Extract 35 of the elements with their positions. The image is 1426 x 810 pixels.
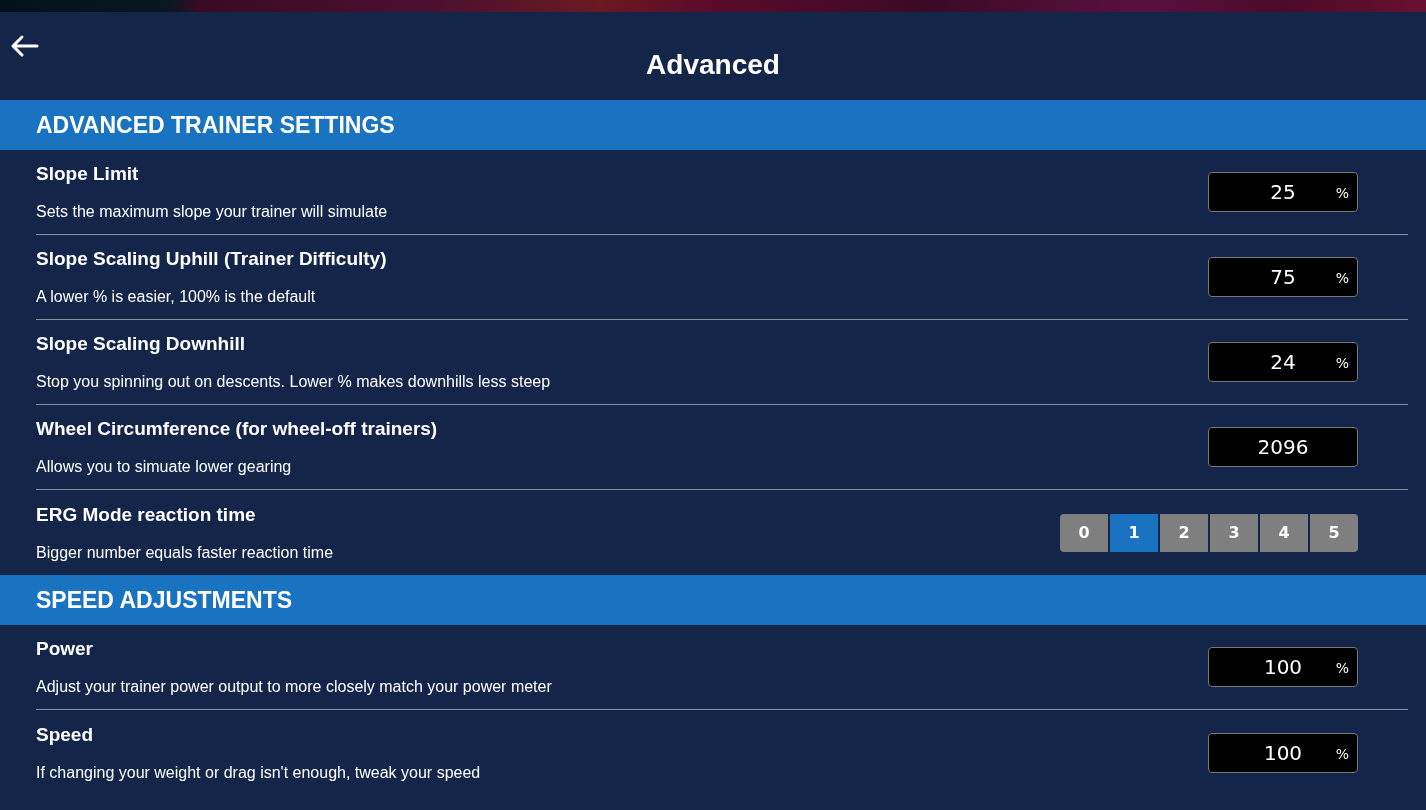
level-option[interactable]: 3: [1210, 513, 1258, 552]
unit-label: %: [1335, 660, 1349, 676]
number-field[interactable]: 2096: [1208, 427, 1358, 467]
number-field[interactable]: 100 %: [1208, 647, 1358, 687]
level-option[interactable]: 5: [1310, 513, 1358, 552]
setting-description: Stop you spinning out on descents. Lower % makes downhills less steep: [36, 373, 551, 391]
page-title: Advanced: [646, 49, 780, 81]
level-option[interactable]: 2: [1160, 513, 1208, 552]
setting-label: Slope Limit: [36, 163, 140, 185]
setting-label: Power: [36, 638, 95, 660]
level-option[interactable]: 0: [1060, 513, 1108, 552]
number-field[interactable]: 100 %: [1208, 732, 1358, 773]
setting-label: Speed: [36, 723, 95, 746]
level-option[interactable]: 1: [1110, 513, 1158, 552]
setting-description: Bigger number equals faster reaction time: [36, 543, 334, 562]
section-header: SPEED ADJUSTMENTS: [0, 575, 1426, 625]
unit-label: %: [1335, 745, 1349, 762]
setting-label: ERG Mode reaction time: [36, 503, 257, 526]
number-field[interactable]: 25 %: [1208, 172, 1358, 212]
number-field[interactable]: 75 %: [1208, 257, 1358, 297]
setting-description: If changing your weight or drag isn't enough, tweak your speed: [36, 763, 481, 782]
number-field[interactable]: 24 %: [1208, 342, 1358, 382]
back-arrow-icon: [9, 34, 39, 58]
section-header: ADVANCED TRAINER SETTINGS: [0, 100, 1426, 150]
setting-label: Slope Scaling Uphill (Trainer Difficulty): [36, 248, 387, 270]
setting-description: A lower % is easier, 100% is the default: [36, 288, 317, 306]
unit-label: %: [1335, 185, 1349, 201]
setting-label: Slope Scaling Downhill: [36, 333, 247, 355]
setting-description: Allows you to simuate lower gearing: [36, 458, 293, 476]
level-option[interactable]: 4: [1260, 513, 1308, 552]
setting-description: Adjust your trainer power output to more closely match your power meter: [36, 678, 552, 696]
unit-label: %: [1335, 355, 1349, 371]
setting-description: Sets the maximum slope your trainer will simulate: [36, 203, 388, 221]
setting-label: Wheel Circumference (for wheel-off trainers): [36, 418, 438, 440]
unit-label: %: [1335, 270, 1349, 286]
